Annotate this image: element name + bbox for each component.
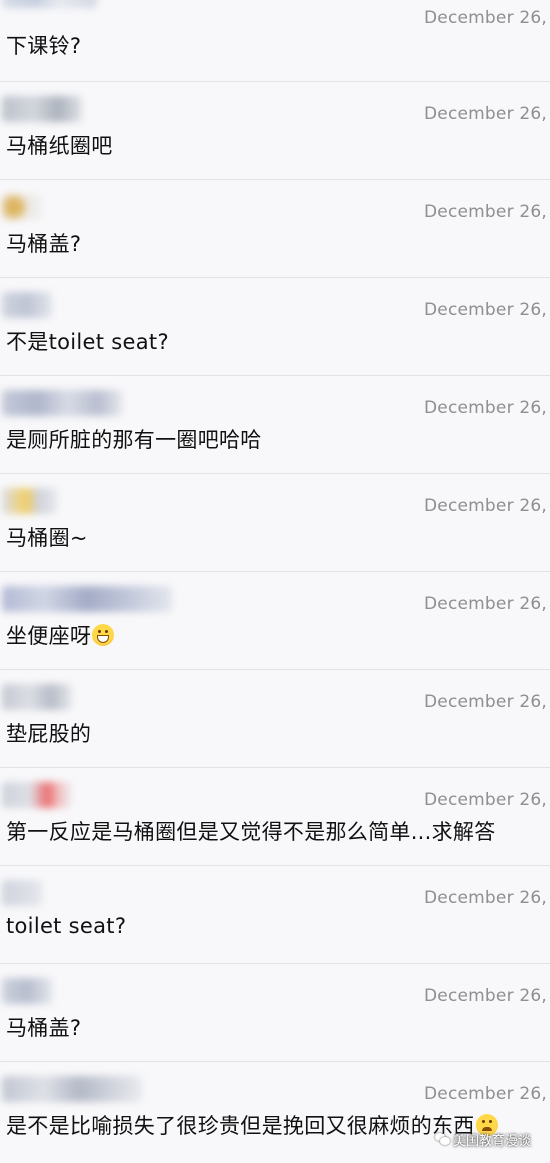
comment-item[interactable]: December 26, 2 不是toilet seat? bbox=[0, 278, 550, 376]
blurred-author bbox=[2, 0, 97, 8]
grinning-face-icon bbox=[92, 624, 115, 646]
comment-text: 马桶纸圈吧 bbox=[6, 134, 113, 158]
blurred-author bbox=[2, 194, 42, 220]
comment-text: 马桶盖? bbox=[6, 1016, 82, 1040]
watermark-text: 美国教育漫谈 bbox=[453, 1133, 532, 1149]
comment-text: 下课铃? bbox=[6, 34, 82, 58]
blurred-author bbox=[2, 978, 52, 1004]
comment-text-row: 坐便座呀 bbox=[6, 620, 115, 650]
blurred-author bbox=[2, 488, 57, 514]
blurred-author bbox=[2, 292, 52, 318]
comment-date: December 26, 2 bbox=[424, 300, 550, 320]
comment-item[interactable]: December 26, 2 toilet seat? bbox=[0, 866, 550, 964]
comment-date: December 26, 2 bbox=[424, 692, 550, 712]
comment-date: December 26, 2 bbox=[424, 594, 550, 614]
comment-text: 第一反应是马桶圈但是又觉得不是那么简单...求解答 bbox=[6, 820, 496, 844]
comment-text: 垫屁股的 bbox=[6, 722, 92, 746]
comment-text-row: 是不是比喻损失了很珍贵但是挽回又很麻烦的东西 bbox=[6, 1110, 498, 1140]
blurred-author bbox=[2, 880, 42, 906]
comment-text: 是厕所脏的那有一圈吧哈哈 bbox=[6, 428, 262, 452]
comment-text: 不是toilet seat? bbox=[6, 330, 169, 354]
comment-date: December 26, 2 bbox=[424, 202, 550, 222]
comment-date: December 26, 2 bbox=[424, 8, 550, 28]
comment-item[interactable]: December 26, 2 马桶圈~ bbox=[0, 474, 550, 572]
comment-item[interactable]: December 26, 2 马桶盖? bbox=[0, 180, 550, 278]
comment-item[interactable]: December 26, 2 坐便座呀 bbox=[0, 572, 550, 670]
blurred-author bbox=[2, 390, 122, 416]
blurred-author bbox=[2, 586, 172, 612]
comment-text: toilet seat? bbox=[6, 914, 127, 938]
comment-date: December 26, 2 bbox=[424, 398, 550, 418]
blurred-author bbox=[2, 782, 72, 808]
comment-item[interactable]: December 26, 2 第一反应是马桶圈但是又觉得不是那么简单...求解答 bbox=[0, 768, 550, 866]
comment-item[interactable]: December 26, 2 下课铃? bbox=[0, 0, 550, 82]
comment-text: 马桶盖? bbox=[6, 232, 82, 256]
comment-text: 马桶圈~ bbox=[6, 526, 88, 550]
comment-date: December 26, 2 bbox=[424, 790, 550, 810]
comment-date: December 26, 2 bbox=[424, 986, 550, 1006]
comment-date: December 26, 2 bbox=[424, 496, 550, 516]
comment-item[interactable]: December 26, 2 马桶纸圈吧 bbox=[0, 82, 550, 180]
comment-text: 是不是比喻损失了很珍贵但是挽回又很麻烦的东西 bbox=[6, 1114, 475, 1138]
blurred-author bbox=[2, 96, 82, 122]
comment-list: December 26, 2 下课铃? December 26, 2 马桶纸圈吧… bbox=[0, 0, 550, 1163]
comment-item[interactable]: December 26, 2 垫屁股的 bbox=[0, 670, 550, 768]
wechat-icon bbox=[435, 1132, 450, 1146]
comment-date: December 26, 2 bbox=[424, 104, 550, 124]
comment-item[interactable]: December 26, 2 是厕所脏的那有一圈吧哈哈 bbox=[0, 376, 550, 474]
blurred-author bbox=[2, 1076, 142, 1102]
comment-text: 坐便座呀 bbox=[6, 624, 92, 648]
comment-item[interactable]: December 26, 2 马桶盖? bbox=[0, 964, 550, 1062]
blurred-author bbox=[2, 684, 72, 710]
watermark: 美国教育漫谈 bbox=[435, 1129, 531, 1149]
comment-date: December 26, 2 bbox=[424, 888, 550, 908]
comment-date: December 26, bbox=[424, 1084, 547, 1104]
